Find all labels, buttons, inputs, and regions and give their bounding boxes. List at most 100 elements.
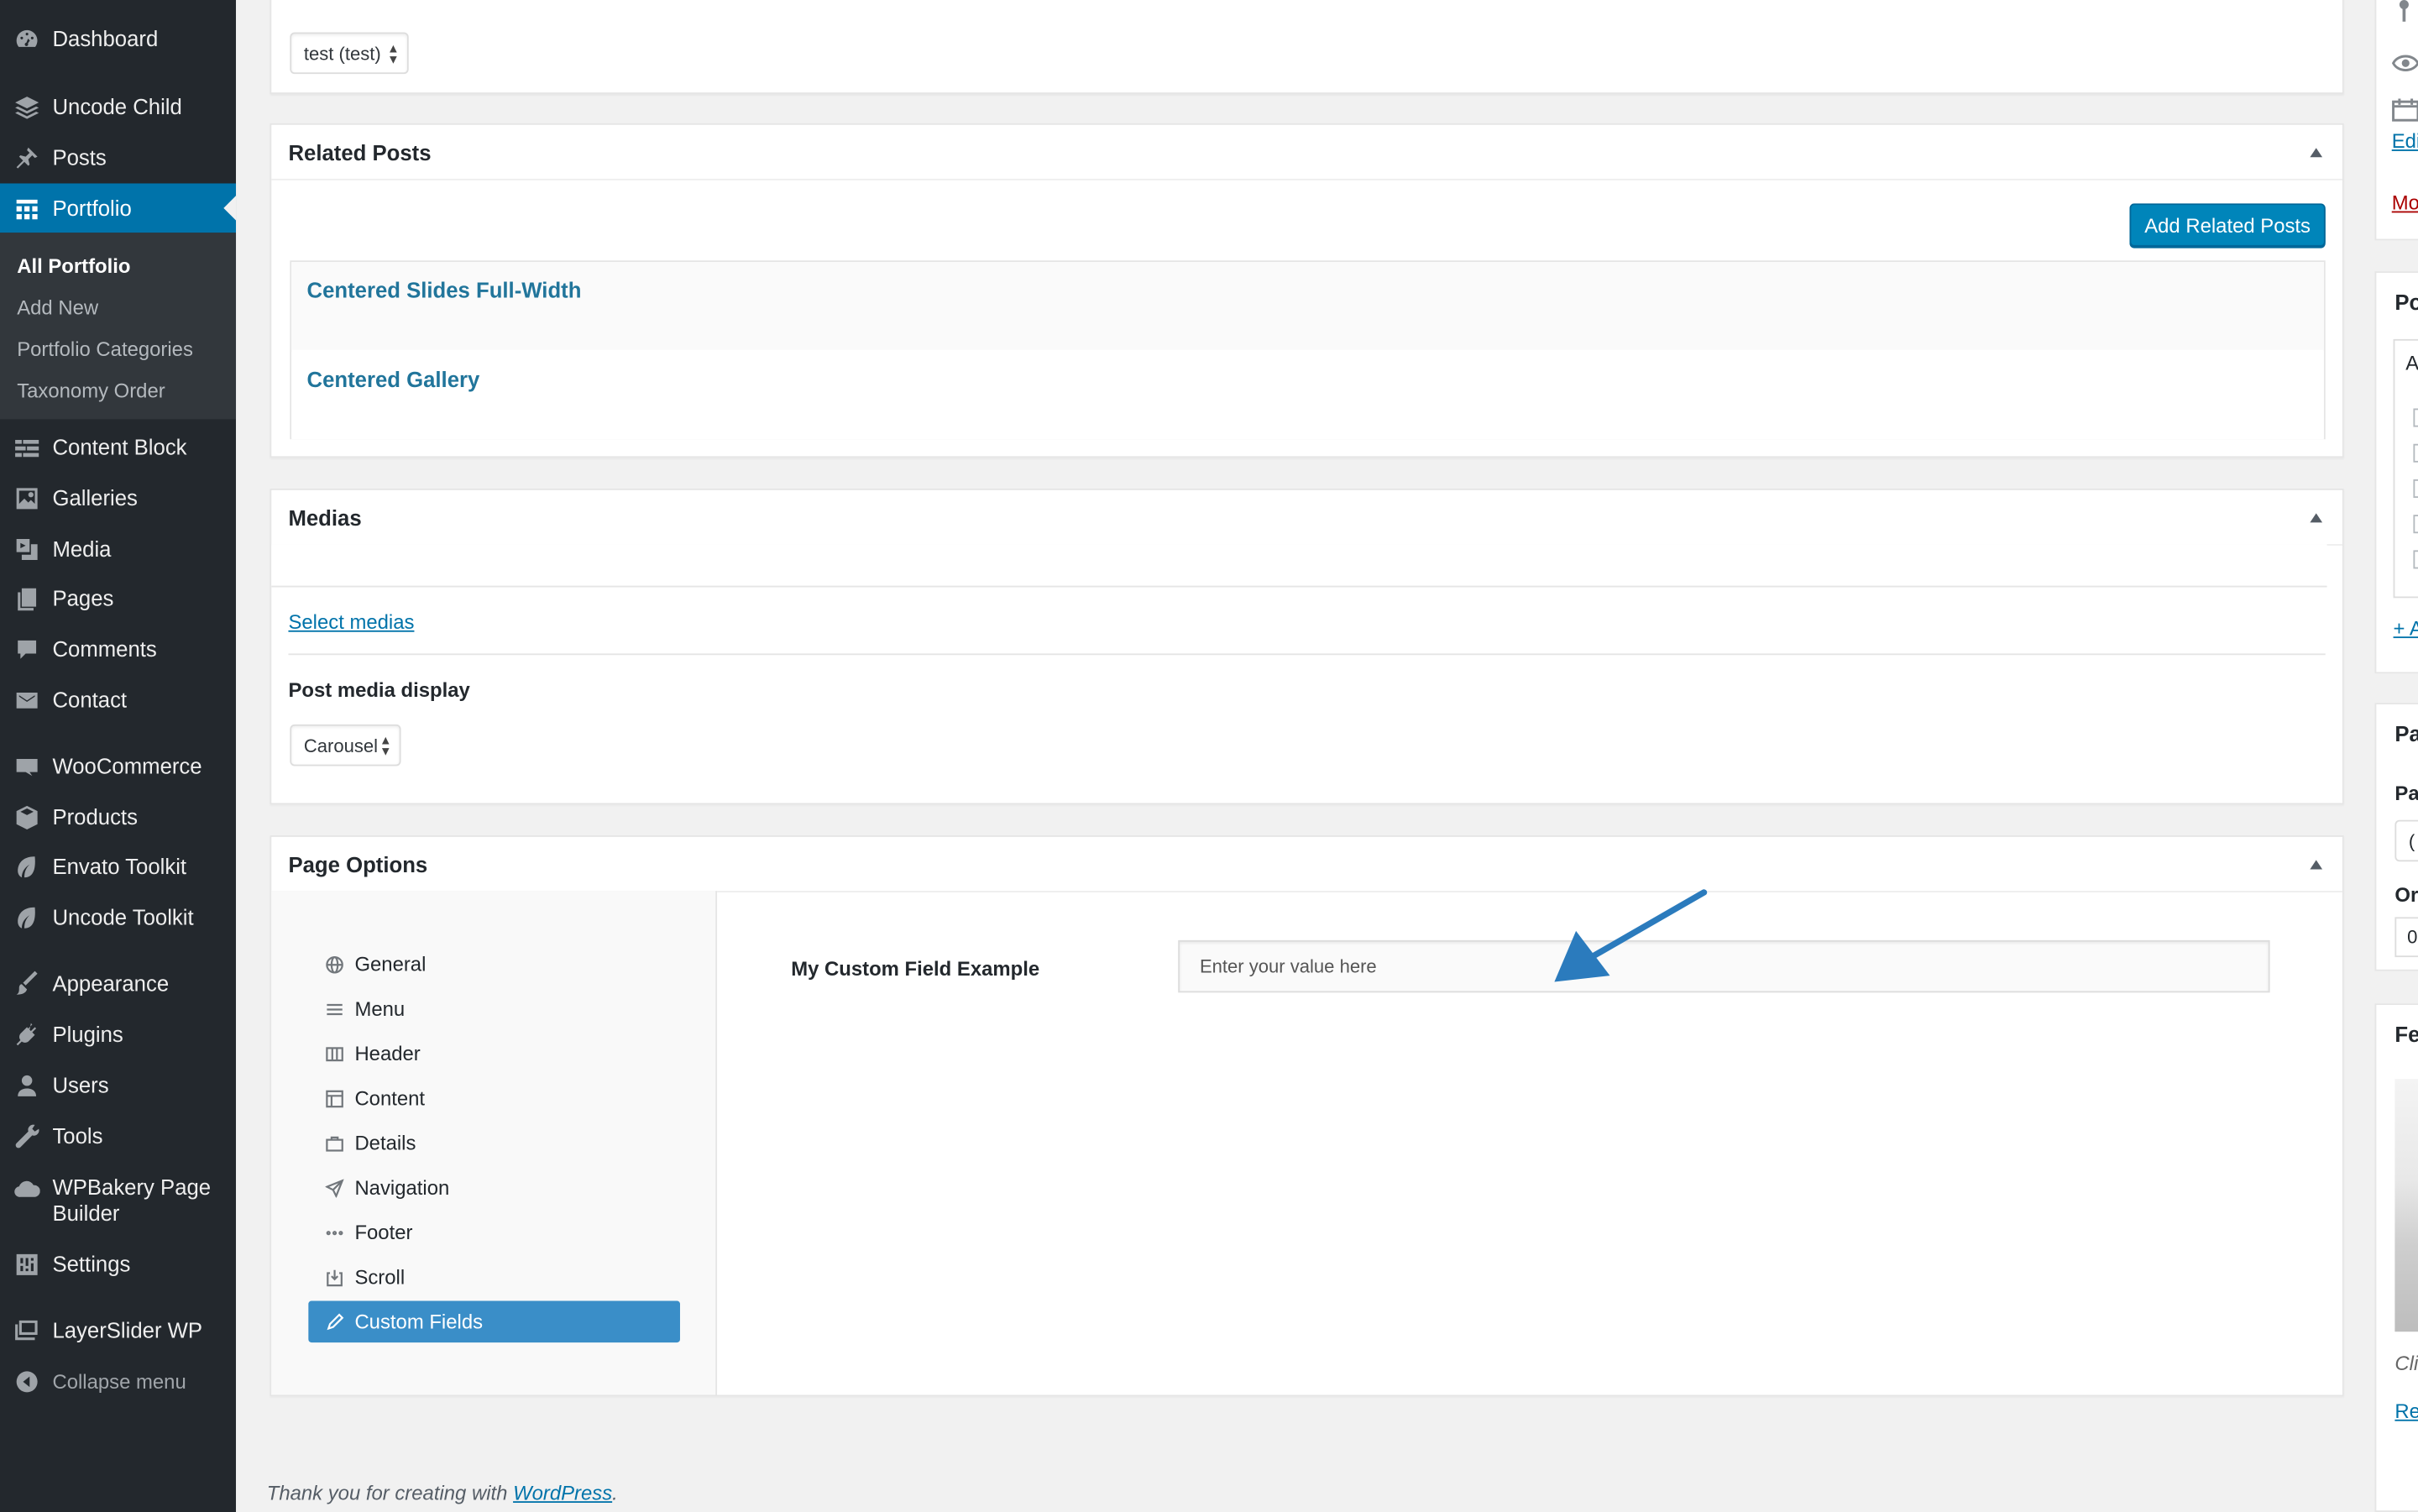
submenu-add-new[interactable]: Add New xyxy=(17,296,98,319)
menu-contact[interactable]: Contact xyxy=(0,675,236,725)
category-checkbox[interactable] xyxy=(2413,515,2418,534)
menu-woocommerce[interactable]: WooCommerce xyxy=(0,741,236,791)
menu-label: Media xyxy=(52,535,112,561)
related-post-link[interactable]: Centered Slides Full-Width xyxy=(307,277,582,301)
menu-lines-icon xyxy=(324,998,346,1020)
featured-image-thumbnail[interactable] xyxy=(2394,1079,2418,1332)
content-block-icon xyxy=(13,433,40,461)
menu-label: Galleries xyxy=(52,484,138,510)
tab-content[interactable]: Content xyxy=(308,1077,680,1119)
submenu-portfolio-categories[interactable]: Portfolio Categories xyxy=(17,337,193,361)
menu-comments[interactable]: Comments xyxy=(0,625,236,674)
edit-date-link[interactable]: Edi xyxy=(2392,129,2418,153)
submenu-all-portfolio[interactable]: All Portfolio xyxy=(17,254,130,278)
parent-select-value: ( xyxy=(2408,830,2415,853)
menu-portfolio[interactable]: Portfolio xyxy=(0,183,237,233)
categories-box: Po Al + A xyxy=(2374,271,2418,674)
footer-prefix: Thank you for creating with xyxy=(266,1481,514,1504)
menu-label: Users xyxy=(52,1071,109,1097)
move-to-trash-link[interactable]: Mo xyxy=(2392,191,2418,215)
post-media-display-value: Carousel xyxy=(303,734,379,756)
menu-content-block[interactable]: Content Block xyxy=(0,422,236,472)
tab-general[interactable]: General xyxy=(308,944,680,986)
category-checkbox[interactable] xyxy=(2413,550,2418,569)
footer-suffix: . xyxy=(612,1481,618,1504)
collapse-toggle-icon[interactable] xyxy=(2310,513,2323,523)
collapse-menu-button[interactable]: Collapse menu xyxy=(0,1357,236,1406)
collapse-arrow-icon xyxy=(13,1367,40,1394)
menu-galleries[interactable]: Galleries xyxy=(0,473,236,523)
header-columns-icon xyxy=(324,1043,346,1065)
parent-select[interactable]: ( xyxy=(2394,819,2418,862)
category-checkbox[interactable] xyxy=(2413,479,2418,498)
menu-users[interactable]: Users xyxy=(0,1060,236,1110)
tab-custom-fields[interactable]: Custom Fields xyxy=(308,1300,680,1343)
author-box: test (test) ▲ ▼ xyxy=(270,0,2344,94)
collapse-toggle-icon[interactable] xyxy=(2310,148,2323,158)
menu-tools[interactable]: Tools xyxy=(0,1112,236,1161)
wrench-icon xyxy=(13,1122,40,1150)
tab-footer[interactable]: Footer xyxy=(308,1211,680,1253)
order-input[interactable]: 0 xyxy=(2394,917,2418,958)
custom-field-input[interactable] xyxy=(1178,939,2270,993)
pencil-icon xyxy=(324,1311,346,1332)
menu-label: Content Block xyxy=(52,433,187,459)
paper-plane-icon xyxy=(324,1177,346,1199)
menu-label: WPBakery Page Builder xyxy=(52,1174,212,1226)
menu-uncode-child[interactable]: Uncode Child xyxy=(0,81,236,131)
menu-appearance[interactable]: Appearance xyxy=(0,959,236,1008)
select-medias-link[interactable]: Select medias xyxy=(288,610,414,634)
globe-icon xyxy=(324,954,346,976)
category-checkbox[interactable] xyxy=(2413,408,2418,427)
related-post-link[interactable]: Centered Gallery xyxy=(307,367,480,391)
medias-header: Medias xyxy=(271,490,2342,546)
author-select[interactable]: test (test) ▲ ▼ xyxy=(290,32,409,75)
post-media-display-select[interactable]: Carousel ▲ ▼ xyxy=(290,724,401,766)
eye-icon xyxy=(2391,55,2418,71)
menu-settings[interactable]: Settings xyxy=(0,1239,236,1289)
publish-box: Edi Mo xyxy=(2374,0,2418,241)
select-arrows-icon: ▲ ▼ xyxy=(379,733,392,759)
category-checkbox[interactable] xyxy=(2413,443,2418,463)
wordpress-link[interactable]: WordPress xyxy=(513,1481,612,1504)
menu-pages[interactable]: Pages xyxy=(0,573,236,623)
related-posts-box: Related Posts Add Related Posts Centered… xyxy=(270,123,2344,458)
tab-menu[interactable]: Menu xyxy=(308,988,680,1030)
submenu-taxonomy-order[interactable]: Taxonomy Order xyxy=(17,379,165,403)
menu-media[interactable]: Media xyxy=(0,524,236,573)
pin-icon xyxy=(2399,0,2409,22)
remove-featured-image-link[interactable]: Re xyxy=(2394,1400,2418,1423)
menu-uncode-toolkit[interactable]: Uncode Toolkit xyxy=(0,892,236,942)
admin-sidebar: Dashboard Uncode Child Posts Portfolio A… xyxy=(0,0,237,1512)
add-category-link[interactable]: + A xyxy=(2394,616,2418,640)
tab-navigation[interactable]: Navigation xyxy=(308,1167,680,1209)
add-related-posts-button[interactable]: Add Related Posts xyxy=(2129,203,2326,247)
leaf-icon xyxy=(13,852,40,880)
media-gallery-area xyxy=(271,544,2327,588)
featured-image-box: Fe Cli Re xyxy=(2374,1003,2418,1512)
menu-label: Uncode Child xyxy=(52,93,182,118)
menu-posts[interactable]: Posts xyxy=(0,133,236,182)
menu-label: LayerSlider WP xyxy=(52,1316,203,1342)
tab-label: Details xyxy=(354,1131,416,1155)
menu-envato-toolkit[interactable]: Envato Toolkit xyxy=(0,841,236,891)
all-categories-tab[interactable]: Al xyxy=(2405,352,2418,375)
related-posts-title: Related Posts xyxy=(288,140,432,165)
collapse-toggle-icon[interactable] xyxy=(2310,860,2323,870)
menu-wpbakery[interactable]: WPBakery Page Builder xyxy=(0,1162,236,1226)
tab-header[interactable]: Header xyxy=(308,1033,680,1075)
menu-layerslider[interactable]: LayerSlider WP xyxy=(0,1305,236,1355)
tab-details[interactable]: Details xyxy=(308,1122,680,1164)
sliders-icon xyxy=(13,1250,40,1278)
menu-plugins[interactable]: Plugins xyxy=(0,1010,236,1059)
select-arrows-icon: ▲ ▼ xyxy=(387,41,400,66)
portfolio-grid-icon xyxy=(13,194,40,222)
plug-icon xyxy=(13,1020,40,1048)
divider xyxy=(288,653,2326,656)
tab-scroll[interactable]: Scroll xyxy=(308,1256,680,1298)
menu-products[interactable]: Products xyxy=(0,793,236,842)
menu-label: Appearance xyxy=(52,970,170,996)
tab-label: Header xyxy=(354,1042,421,1065)
menu-label: WooCommerce xyxy=(52,752,202,778)
menu-dashboard[interactable]: Dashboard xyxy=(0,14,236,64)
